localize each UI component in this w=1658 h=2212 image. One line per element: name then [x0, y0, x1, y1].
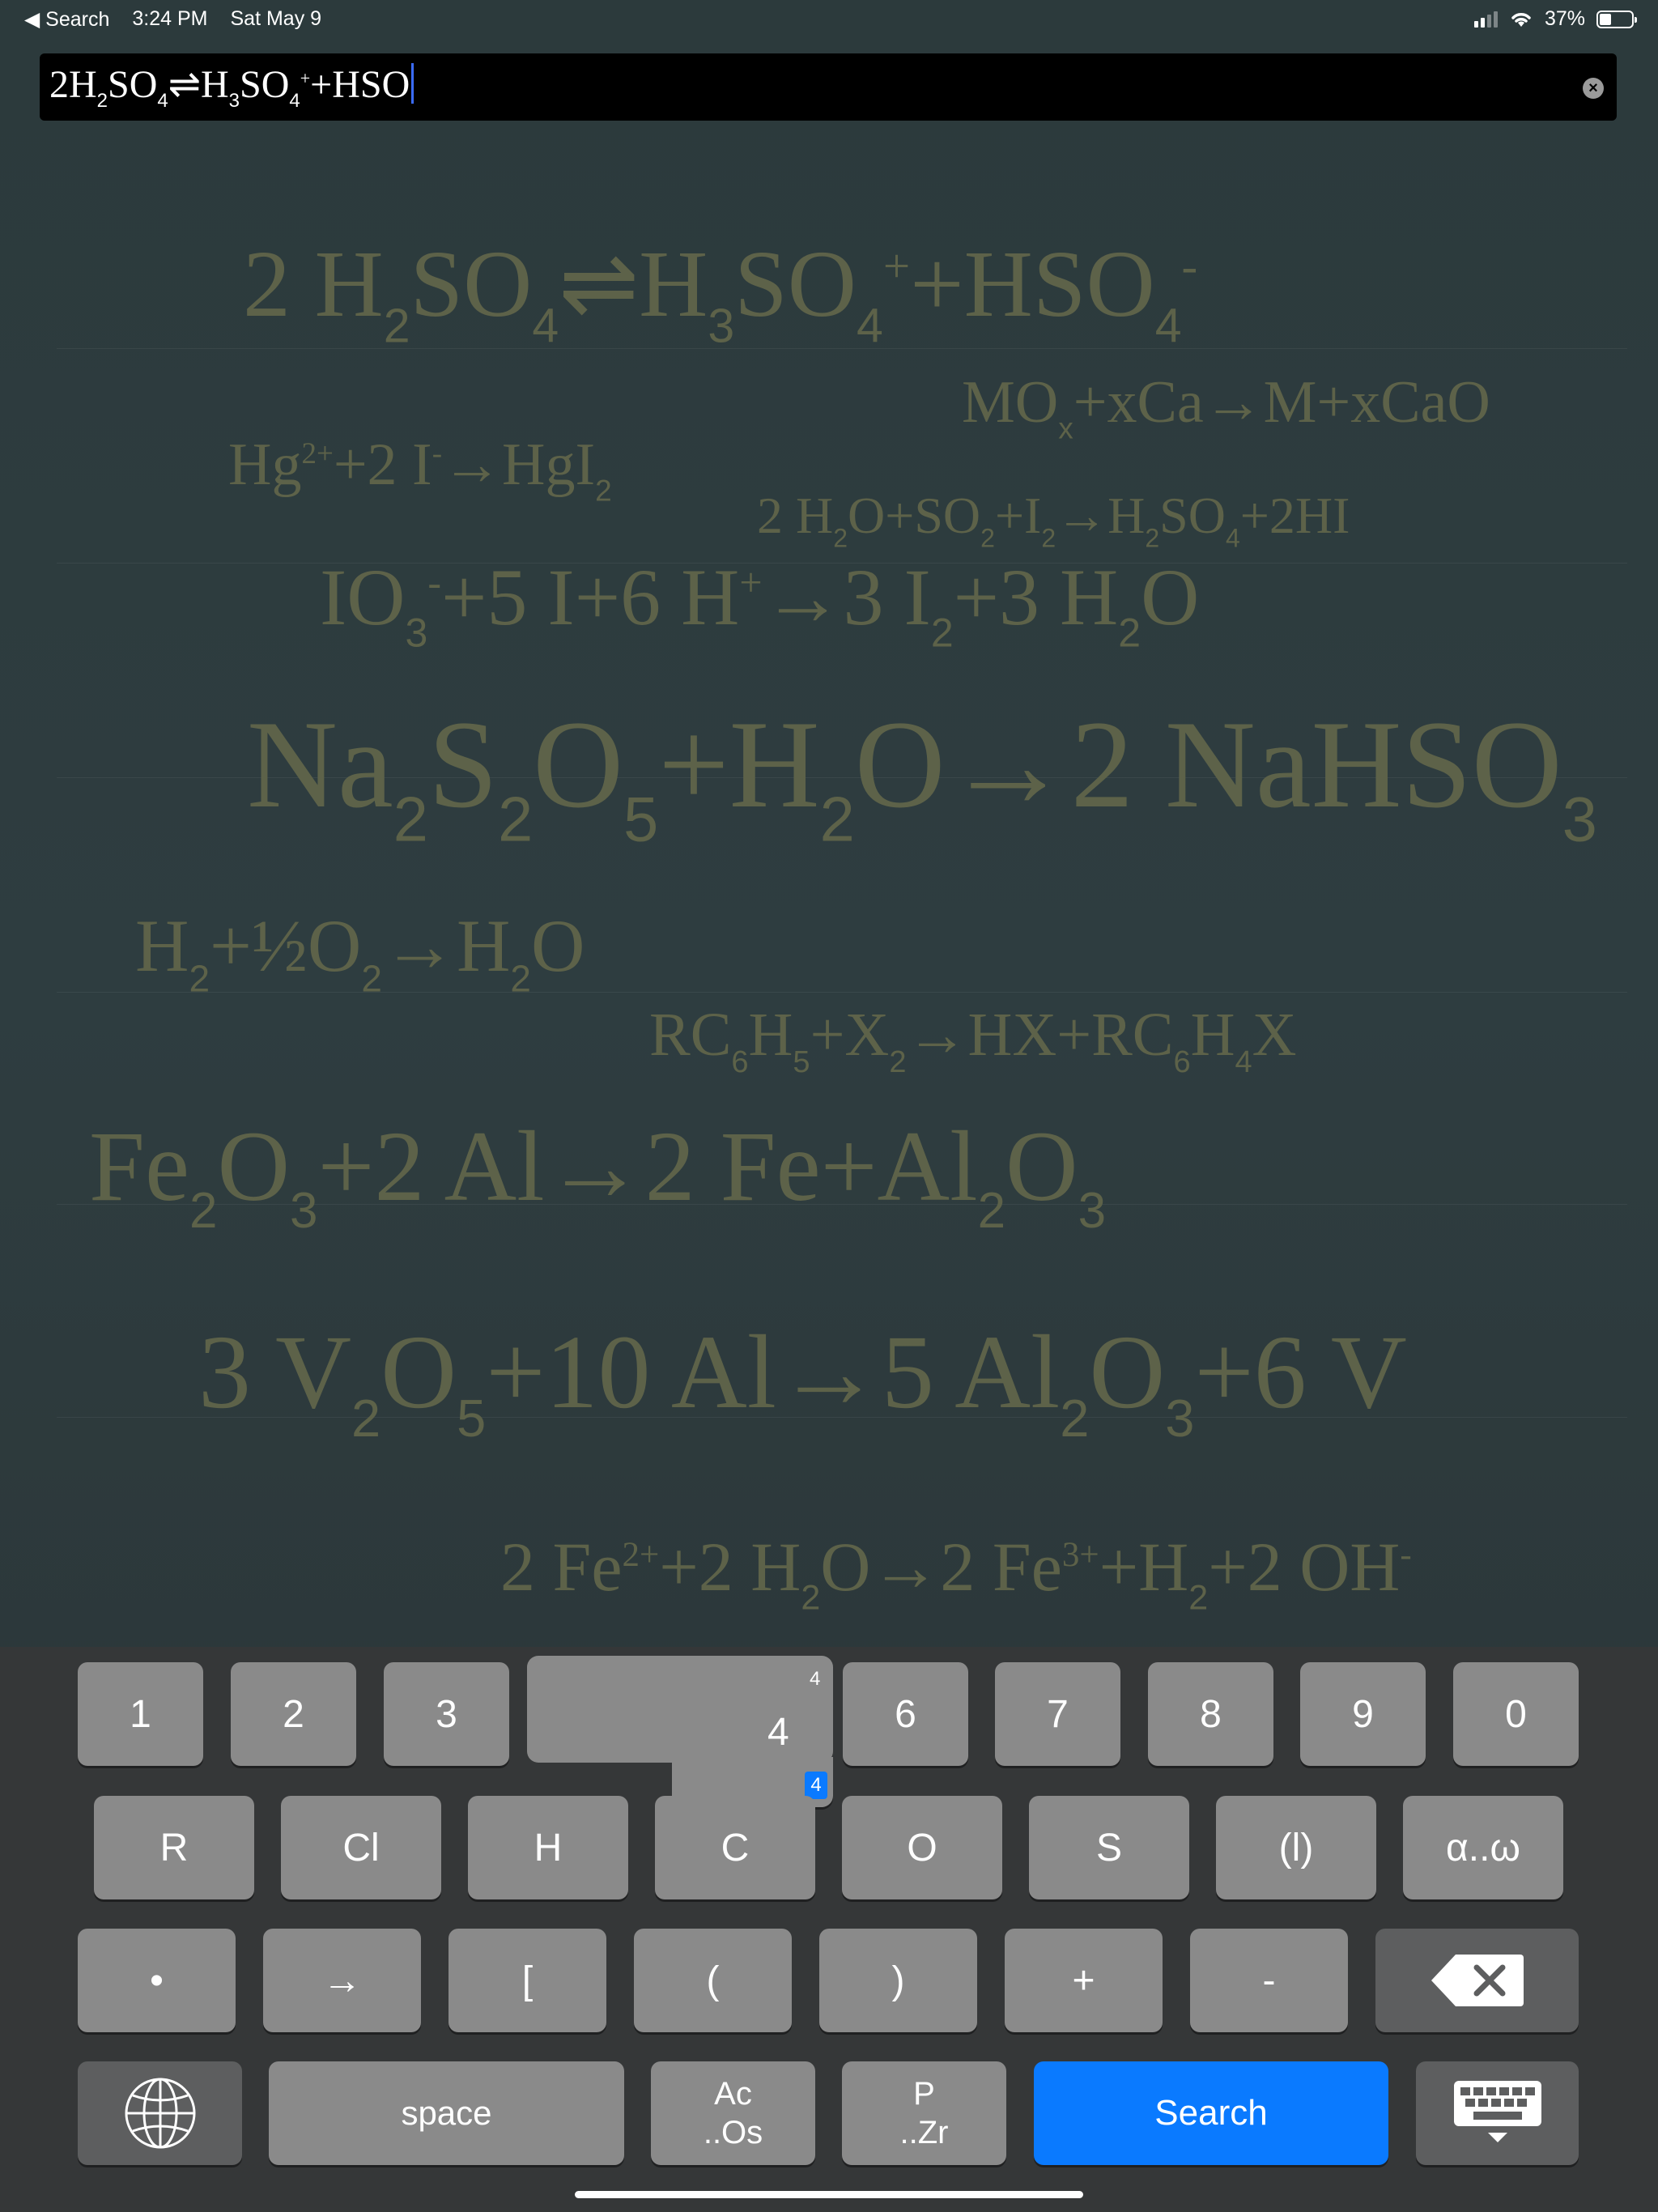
key-9[interactable]: 9: [1300, 1662, 1426, 1766]
key-r[interactable]: R: [94, 1796, 254, 1899]
key-6[interactable]: 6: [843, 1662, 968, 1766]
equation: 2 Fe2++2 H2O→2 Fe3++H2+2 OH-: [500, 1528, 1412, 1618]
status-bar: ◀ Search 3:24 PM Sat May 9 37%: [0, 0, 1658, 39]
element-group-ac-os-key[interactable]: Ac ..Os: [651, 2061, 815, 2165]
battery-icon: [1596, 10, 1637, 28]
status-date: Sat May 9: [230, 7, 322, 30]
key-minus[interactable]: -: [1190, 1929, 1348, 2032]
key-bullet[interactable]: •: [78, 1929, 236, 2032]
equation: Fe2O3+2 Al→2 Fe+Al2O3: [89, 1111, 1107, 1240]
globe-button[interactable]: [78, 2061, 242, 2165]
equation: IO3-+5 I+6 H+→3 I2+3 H2O: [320, 552, 1200, 656]
equation: MOx+xCa→M+xCaO: [962, 369, 1490, 445]
globe-icon: [125, 2078, 195, 2149]
key-arrow[interactable]: →: [263, 1929, 421, 2032]
signal-icon: [1473, 11, 1498, 28]
equation: Na2S2O5+H2O→2 NaHSO3: [247, 695, 1597, 855]
popup-normal-option[interactable]: 4: [767, 1710, 789, 1755]
home-indicator[interactable]: [575, 2191, 1083, 2198]
key-2[interactable]: 2: [231, 1662, 356, 1766]
battery-percent: 37%: [1544, 7, 1585, 30]
key-liquid[interactable]: (l): [1216, 1796, 1376, 1899]
search-button[interactable]: Search: [1034, 2061, 1388, 2165]
backspace-button[interactable]: [1375, 1929, 1579, 2032]
backspace-icon: [1431, 1955, 1524, 2006]
key-h[interactable]: H: [468, 1796, 628, 1899]
element-group-p-zr-key[interactable]: P ..Zr: [842, 2061, 1006, 2165]
key-1[interactable]: 1: [78, 1662, 203, 1766]
search-input[interactable]: 2H2SO4⇌H3SO4++HSO: [49, 62, 414, 113]
key-left-bracket[interactable]: [: [449, 1929, 606, 2032]
key-left-paren[interactable]: (: [634, 1929, 792, 2032]
key-o[interactable]: O: [842, 1796, 1002, 1899]
key-c[interactable]: C: [655, 1796, 815, 1899]
equation: Hg2++2 I-→HgI2: [228, 432, 612, 508]
equation: H2+½O2→H2O: [135, 904, 585, 1000]
space-key[interactable]: space: [269, 2061, 624, 2165]
wifi-icon: [1511, 12, 1531, 27]
formula-search-field[interactable]: 2H2SO4⇌H3SO4++HSO ×: [40, 53, 1617, 121]
equation: RC6H5+X2→HX+RC6H4X: [649, 1001, 1297, 1079]
keyboard-dismiss-icon: [1453, 2081, 1541, 2142]
status-time: 3:24 PM: [132, 7, 208, 30]
popup-superscript-option[interactable]: 4: [810, 1668, 820, 1691]
back-to-search-link[interactable]: ◀ Search: [24, 7, 109, 32]
clear-icon[interactable]: ×: [1583, 78, 1604, 99]
key-7[interactable]: 7: [995, 1662, 1120, 1766]
key-8[interactable]: 8: [1148, 1662, 1273, 1766]
key-plus[interactable]: +: [1005, 1929, 1163, 2032]
equation: 2 H2O+SO2+I2→H2SO4+2HI: [757, 487, 1350, 553]
key-greek[interactable]: α..ω: [1403, 1796, 1563, 1899]
key-cl[interactable]: Cl: [281, 1796, 441, 1899]
key-s[interactable]: S: [1029, 1796, 1189, 1899]
key-3[interactable]: 3: [384, 1662, 509, 1766]
equation: 2 H2SO4⇌H3SO4++HSO4-: [243, 231, 1198, 353]
dismiss-keyboard-button[interactable]: [1416, 2061, 1579, 2165]
equation-background: 2 H2SO4⇌H3SO4++HSO4- MOx+xCa→M+xCaO Hg2+…: [0, 130, 1658, 1644]
text-cursor: [411, 63, 414, 104]
popup-subscript-option[interactable]: 4: [805, 1772, 827, 1799]
key-right-paren[interactable]: ): [819, 1929, 977, 2032]
key-0[interactable]: 0: [1453, 1662, 1579, 1766]
equation: 3 V2O5+10 Al→5 Al2O3+6 V: [198, 1314, 1407, 1448]
